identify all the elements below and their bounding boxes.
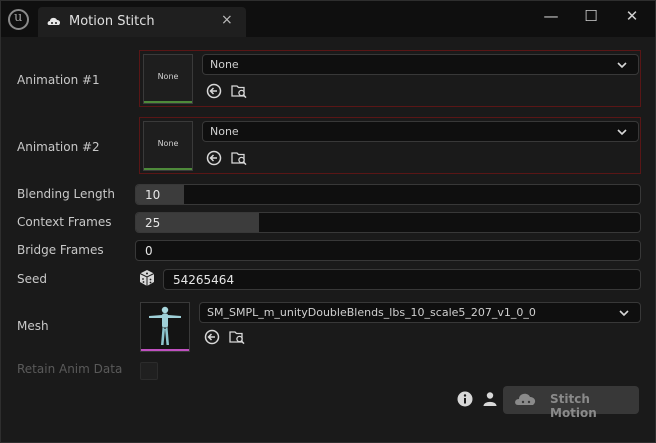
retain-anim-data-checkbox[interactable]: [140, 362, 158, 380]
context-frames-value: 25: [145, 216, 161, 230]
use-selected-asset-icon[interactable]: [206, 150, 222, 166]
retain-anim-data-label: Retain Anim Data: [17, 362, 123, 376]
tab-motion-stitch[interactable]: Motion Stitch ×: [38, 7, 246, 37]
animation-1-thumbnail[interactable]: None: [143, 54, 193, 104]
minimize-icon[interactable]: —: [540, 7, 562, 25]
tab-title: Motion Stitch: [69, 14, 155, 29]
motion-stitch-icon: [515, 393, 536, 405]
unreal-logo-icon: [8, 9, 29, 30]
use-selected-asset-icon[interactable]: [206, 83, 222, 99]
mesh-thumbnail-bar: [141, 349, 189, 351]
animation-1-combo[interactable]: None: [202, 54, 639, 75]
blending-length-value: 10: [145, 188, 161, 202]
seed-label: Seed: [17, 272, 47, 286]
chevron-down-icon: [617, 62, 627, 69]
stitch-motion-button[interactable]: Stitch Motion: [503, 386, 639, 420]
bridge-frames-label: Bridge Frames: [17, 243, 104, 257]
dice-icon[interactable]: [138, 269, 156, 287]
motion-stitch-tab-icon: [47, 17, 61, 25]
animation-2-label: Animation #2: [17, 140, 100, 154]
character-mesh-icon: [149, 306, 181, 345]
seed-value: 54265464: [173, 273, 235, 287]
browse-asset-icon[interactable]: [231, 83, 247, 99]
chevron-down-icon: [619, 310, 629, 317]
animation-1-label: Animation #1: [17, 73, 100, 87]
stitch-motion-label: Stitch Motion: [550, 392, 597, 420]
bridge-frames-value: 0: [145, 244, 153, 258]
animation-2-thumbnail-bar: [144, 168, 192, 170]
seed-input[interactable]: 54265464: [163, 269, 641, 290]
user-icon[interactable]: [482, 391, 498, 407]
context-frames-field[interactable]: 25: [135, 212, 641, 233]
mesh-combo[interactable]: SM_SMPL_m_unityDoubleBlends_lbs_10_scale…: [199, 302, 641, 323]
title-bar: Motion Stitch × — ☐ ✕: [1, 1, 655, 37]
browse-asset-icon[interactable]: [231, 150, 247, 166]
animation-2-combo[interactable]: None: [202, 121, 639, 142]
animation-1-thumbnail-bar: [144, 101, 192, 103]
animation-2-thumbnail[interactable]: None: [143, 121, 193, 171]
mesh-label: Mesh: [17, 319, 49, 333]
blending-length-label: Blending Length: [17, 187, 115, 201]
bridge-frames-field[interactable]: 0: [135, 240, 641, 261]
blending-length-field[interactable]: 10: [135, 184, 641, 205]
animation-2-asset-picker: None None: [139, 117, 641, 174]
animation-1-asset-picker: None None: [139, 50, 641, 107]
use-selected-asset-icon[interactable]: [204, 329, 220, 345]
context-frames-label: Context Frames: [17, 215, 112, 229]
browse-asset-icon[interactable]: [229, 329, 245, 345]
close-icon[interactable]: ✕: [621, 7, 643, 25]
maximize-icon[interactable]: ☐: [580, 7, 602, 25]
chevron-down-icon: [617, 129, 627, 136]
animation-1-thumbnail-text: None: [157, 72, 179, 81]
motion-stitch-window: Motion Stitch × — ☐ ✕ Animation #1 None …: [0, 0, 656, 443]
mesh-thumbnail[interactable]: [140, 302, 190, 352]
mesh-selected: SM_SMPL_m_unityDoubleBlends_lbs_10_scale…: [207, 306, 536, 319]
info-icon[interactable]: [457, 391, 473, 407]
tab-close-icon[interactable]: ×: [221, 12, 233, 28]
animation-2-selected: None: [210, 125, 239, 138]
animation-2-thumbnail-text: None: [157, 139, 179, 148]
animation-1-selected: None: [210, 58, 239, 71]
